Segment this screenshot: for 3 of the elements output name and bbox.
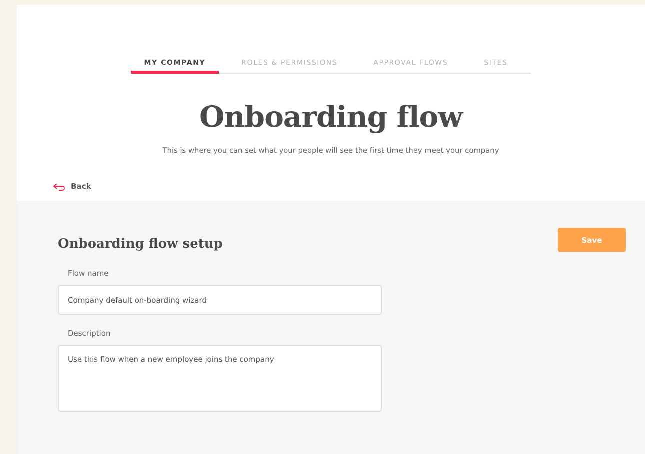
section-heading: Onboarding flow setup: [58, 237, 223, 252]
return-arrow-icon: [53, 182, 65, 190]
page-title: Onboarding flow: [199, 100, 463, 134]
